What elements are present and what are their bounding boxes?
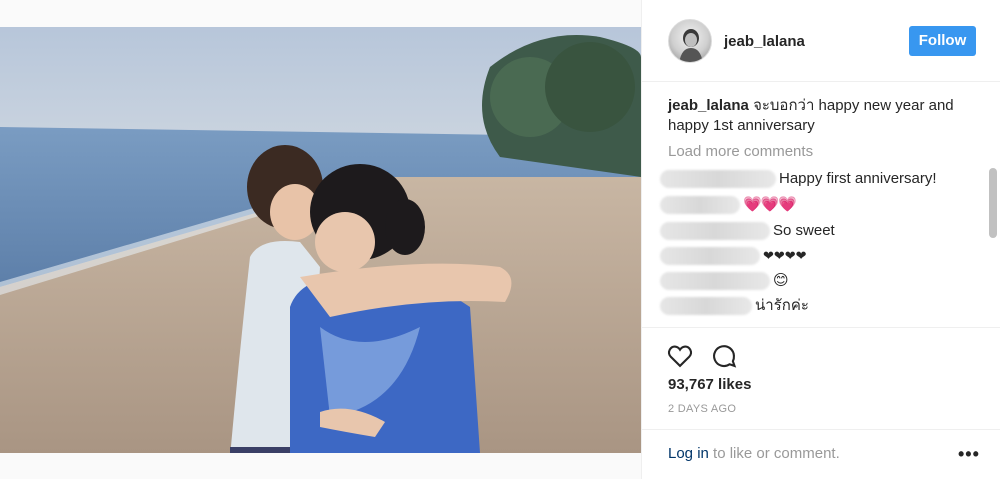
comment-item: So sweet: [660, 220, 835, 242]
post-photo[interactable]: [0, 27, 641, 453]
post-timestamp[interactable]: 2 DAYS AGO: [668, 403, 736, 415]
blurred-commenter-name: [660, 247, 760, 266]
comments-scrollbar[interactable]: [989, 168, 997, 238]
comment-icon[interactable]: [710, 342, 738, 370]
caption: jeab_lalana จะบอกว่า happy new year and …: [668, 96, 968, 136]
avatar[interactable]: [668, 19, 712, 63]
post-footer: Log in to like or comment. •••: [642, 429, 1000, 479]
blurred-commenter-name: [660, 170, 776, 189]
beach-photo-illustration: [0, 27, 641, 453]
comment-item: Happy first anniversary!: [660, 168, 937, 190]
comment-text: 😊: [773, 272, 789, 290]
comment-text: 💗💗💗: [743, 196, 797, 214]
post-header: jeab_lalana Follow: [642, 0, 1000, 82]
comment-item: น่ารักค่ะ: [660, 295, 809, 317]
post-actions: 93,767 likes 2 DAYS AGO: [642, 327, 1000, 429]
follow-button[interactable]: Follow: [909, 26, 976, 56]
login-prompt-text: to like or comment.: [708, 445, 840, 462]
caption-username[interactable]: jeab_lalana: [668, 97, 749, 114]
post-sidebar: jeab_lalana Follow jeab_lalana จะบอกว่า …: [641, 0, 1000, 479]
load-more-comments[interactable]: Load more comments: [668, 143, 813, 160]
comment-item: 😊: [660, 270, 789, 292]
username[interactable]: jeab_lalana: [724, 33, 805, 50]
comment-text: So sweet: [773, 222, 835, 240]
comment-text: น่ารักค่ะ: [755, 297, 809, 315]
login-prompt: Log in to like or comment.: [668, 445, 840, 462]
blurred-commenter-name: [660, 196, 740, 215]
comment-item: ❤❤❤❤: [660, 245, 807, 267]
login-link[interactable]: Log in: [668, 445, 709, 462]
more-icon[interactable]: •••: [958, 444, 980, 465]
likes-count[interactable]: 93,767 likes: [668, 376, 751, 393]
avatar-image: [679, 29, 703, 62]
blurred-commenter-name: [660, 297, 752, 316]
heart-icon[interactable]: [666, 342, 694, 370]
blurred-commenter-name: [660, 272, 770, 291]
comments-section: jeab_lalana จะบอกว่า happy new year and …: [642, 83, 1000, 327]
comment-item: 💗💗💗: [660, 194, 797, 216]
comment-text: ❤❤❤❤: [763, 248, 807, 264]
comment-text: Happy first anniversary!: [779, 170, 937, 188]
blurred-commenter-name: [660, 222, 770, 241]
